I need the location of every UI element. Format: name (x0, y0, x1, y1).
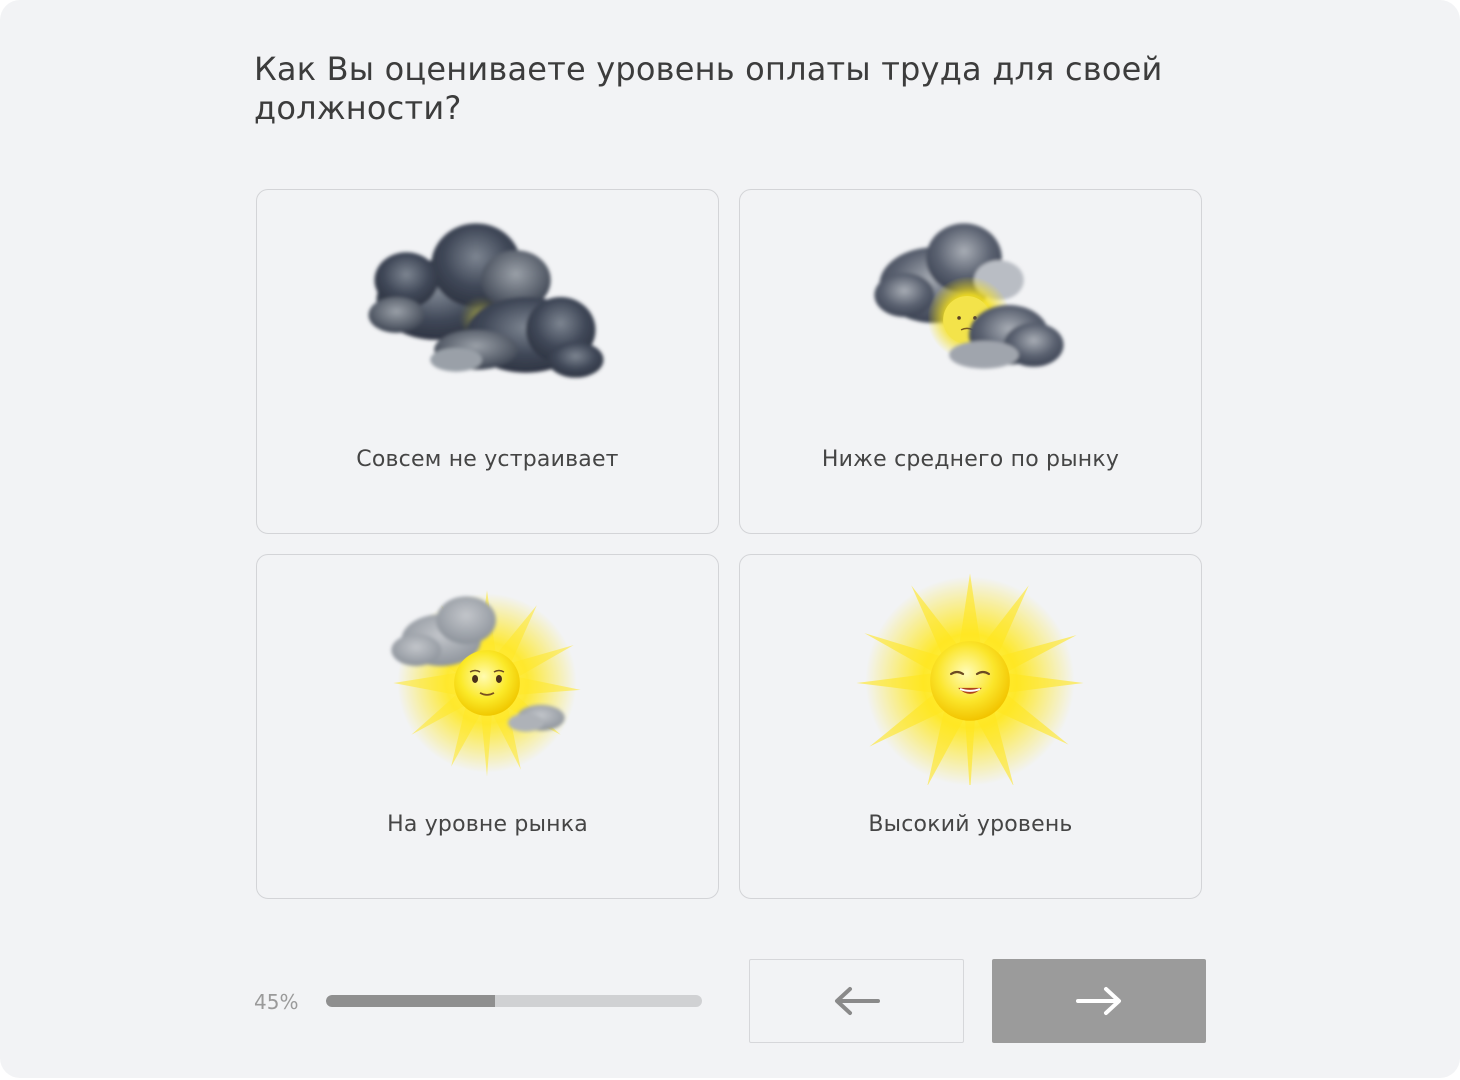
option-label: Ниже среднего по рынку (821, 447, 1120, 472)
sun-with-small-cloud-icon (391, 590, 581, 777)
happy-sun-icon (856, 573, 1084, 785)
option-label: На уровне рынка (387, 812, 588, 837)
option-label: Совсем не устраивает (356, 447, 619, 472)
back-button[interactable] (749, 959, 964, 1043)
storm-clouds-icon (368, 223, 604, 378)
sun-behind-clouds-icon (874, 223, 1064, 369)
question-title: Как Вы оцениваете уровень оплаты труда д… (254, 50, 1163, 127)
option-card-high-level[interactable]: Высокий уровень (739, 554, 1202, 899)
survey-panel: Как Вы оцениваете уровень оплаты труда д… (0, 0, 1460, 1078)
option-label: Высокий уровень (868, 812, 1073, 837)
progress-percent: 45% (254, 990, 299, 1014)
option-card-below-average[interactable]: Ниже среднего по рынку (739, 189, 1202, 534)
arrow-left-icon (834, 987, 880, 1015)
next-button[interactable] (992, 959, 1206, 1043)
arrow-right-icon (1076, 987, 1121, 1015)
option-card-market-level[interactable]: На уровне рынка (256, 554, 719, 899)
option-card-not-satisfied[interactable]: Совсем не устраивает (256, 189, 719, 534)
progress-bar (326, 995, 702, 1007)
progress-bar-fill (326, 995, 496, 1007)
